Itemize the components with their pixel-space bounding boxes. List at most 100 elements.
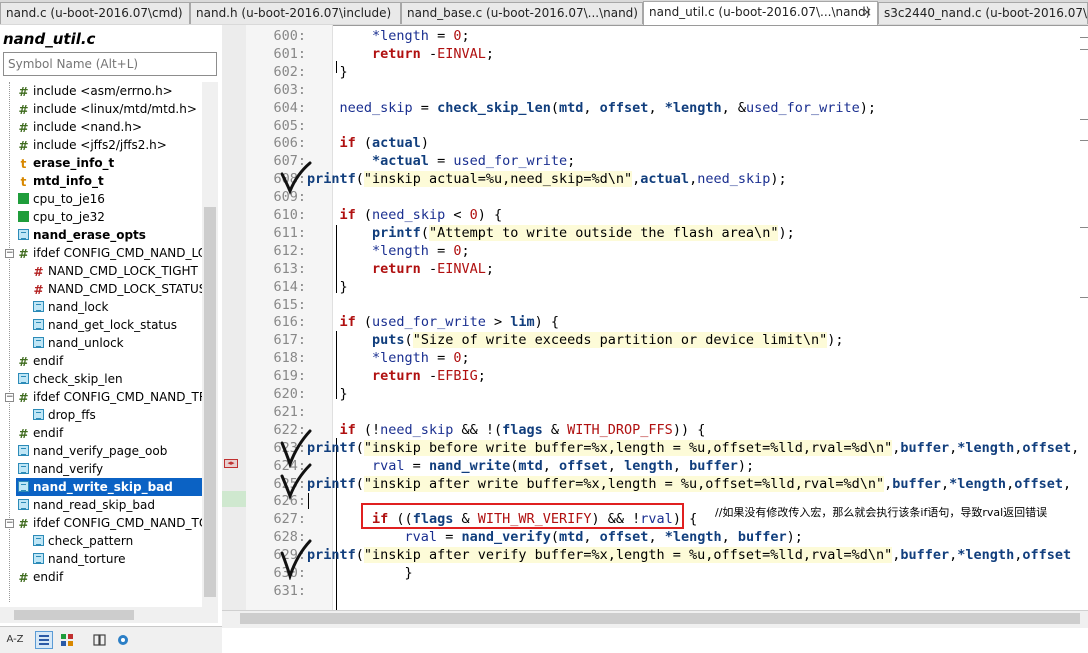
code-token: ) { — [534, 314, 560, 331]
tab-1[interactable]: nand.c (u-boot-2016.07\cmd) — [0, 2, 190, 24]
collapse-toggle-icon[interactable]: − — [5, 249, 14, 258]
symbol-list-item[interactable]: # include <linux/mtd/mtd.h> — [18, 100, 201, 118]
symbol-list-item[interactable]: # ifdef CONFIG_CMD_NAND_TORTURE — [18, 514, 202, 532]
settings-button[interactable] — [114, 631, 132, 649]
code-line[interactable]: need_skip = check_skip_len(mtd, offset , … — [307, 99, 877, 117]
symbol-list-item[interactable]: t erase_info_t — [18, 154, 118, 172]
symbol-label: cpu_to_je16 — [33, 192, 105, 206]
category-view-icon — [61, 634, 73, 646]
editor-splitter[interactable] — [222, 25, 247, 610]
split-marker[interactable]: ◂▸ — [224, 459, 238, 468]
code-token: - — [420, 260, 438, 277]
function-icon — [18, 481, 29, 492]
code-line[interactable]: } — [307, 385, 348, 403]
symbol-list-item[interactable]: nand_erase_opts — [18, 226, 150, 244]
code-line[interactable]: printf("inskip before write buffer=%x,le… — [307, 439, 1079, 457]
line-number: 621: — [273, 403, 306, 420]
tab-3[interactable]: nand_base.c (u-boot-2016.07\...\nand) — [401, 2, 643, 24]
symbol-list-item[interactable]: # ifdef CONFIG_CMD_NAND_LOCK_UNLOCK — [18, 244, 202, 262]
code-token: = — [404, 457, 429, 474]
code-token: , & — [721, 99, 746, 116]
symbol-list-item[interactable]: # include <nand.h> — [18, 118, 146, 136]
symbol-list: # include <asm/errno.h> # include <linux/mt… — [0, 82, 202, 607]
list-view-button[interactable] — [35, 631, 53, 649]
code-line[interactable]: *length = 0; — [307, 242, 470, 260]
sort-alpha-button[interactable]: A-Z — [6, 631, 24, 649]
code-token: = — [428, 28, 454, 44]
symbol-list-item[interactable]: # NAND_CMD_LOCK_STATUS — [33, 280, 202, 298]
symbol-list-item[interactable]: # include <asm/errno.h> — [18, 82, 177, 100]
code-line[interactable]: rval = nand_verify(mtd, offset, *length,… — [307, 528, 803, 546]
include-icon: # — [18, 85, 29, 99]
symbol-list-item[interactable]: nand_get_lock_status — [33, 316, 181, 334]
file-title: nand_util.c — [3, 30, 96, 48]
code-line[interactable]: *actual = used_for_write; — [307, 152, 575, 170]
symbol-list-item[interactable]: nand_verify_page_oob — [18, 442, 171, 460]
code-line[interactable]: return -EINVAL; — [307, 45, 494, 63]
code-line[interactable]: puts("Size of write exceeds partition or… — [307, 331, 843, 349]
collapse-toggle-icon[interactable]: − — [5, 519, 14, 528]
code-line[interactable]: rval = nand_write(mtd, offset, length, b… — [307, 457, 754, 475]
book-button[interactable] — [91, 631, 109, 649]
symbol-list-item[interactable]: # ifdef CONFIG_CMD_NAND_TRIMFFS — [18, 388, 202, 406]
code-token: , — [1062, 475, 1072, 492]
code-line[interactable]: } — [307, 564, 413, 582]
close-tab-icon[interactable]: × — [862, 2, 872, 23]
code-token: offset — [1022, 547, 1072, 564]
symbol-list-item[interactable]: drop_ffs — [33, 406, 100, 424]
collapse-toggle-icon[interactable]: − — [5, 393, 14, 402]
symbol-list-item[interactable]: nand_torture — [33, 550, 130, 568]
symbol-list-item[interactable]: check_pattern — [33, 532, 137, 550]
code-line[interactable]: printf("Attempt to write outside the fla… — [307, 224, 795, 242]
tab-4[interactable]: nand_util.c (u-boot-2016.07\...\nand) × — [643, 1, 878, 25]
symbol-list-item[interactable]: # endif — [18, 568, 67, 586]
symbol-list-item[interactable]: cpu_to_je32 — [18, 208, 109, 226]
code-token: , — [583, 529, 600, 546]
code-token: ; — [485, 45, 494, 62]
symbol-list-item[interactable]: check_skip_len — [18, 370, 127, 388]
symbol-label: erase_info_t — [33, 156, 115, 170]
code-token: offset — [1022, 439, 1072, 456]
symbol-list-item[interactable]: nand_lock — [33, 298, 112, 316]
code-token: ( — [355, 135, 373, 152]
code-line[interactable]: if (need_skip < 0) { — [307, 206, 503, 224]
code-line[interactable]: *length = 0; — [307, 27, 470, 45]
code-line[interactable]: } — [307, 63, 348, 81]
function-icon — [18, 463, 29, 474]
category-view-button[interactable] — [58, 631, 76, 649]
code-token: , — [583, 99, 600, 116]
code-line[interactable]: printf("inskip after write buffer=%x,len… — [307, 475, 1071, 493]
symbol-list-item[interactable]: nand_read_skip_bad — [18, 496, 159, 514]
editor-hscroll-thumb[interactable] — [240, 613, 1080, 624]
code-line[interactable]: printf("inskip after verify buffer=%x,le… — [307, 546, 1071, 564]
symbol-list-item[interactable]: cpu_to_je16 — [18, 190, 109, 208]
symbol-label: ifdef CONFIG_CMD_NAND_LOCK_UNLOCK — [33, 246, 202, 260]
code-line[interactable]: *length = 0; — [307, 349, 470, 367]
code-token: "inskip actual=%u,need_skip=%d\n" — [363, 171, 633, 188]
symbol-label: include <jffs2/jffs2.h> — [33, 138, 167, 152]
symbol-list-item[interactable]: # include <jffs2/jffs2.h> — [18, 136, 171, 154]
code-token: , — [542, 457, 560, 474]
code-line[interactable]: printf("inskip actual=%u,need_skip=%d\n"… — [307, 170, 787, 188]
symbol-list-item[interactable]: # endif — [18, 424, 67, 442]
code-line[interactable]: return -EINVAL; — [307, 260, 494, 278]
symbol-list-item[interactable]: nand_verify — [18, 460, 107, 478]
code-line[interactable]: if (actual) — [307, 134, 429, 152]
symbol-list-item[interactable]: nand_write_skip_bad — [16, 478, 202, 496]
symbol-list-item[interactable]: # endif — [18, 352, 67, 370]
symbol-list-item[interactable]: nand_unlock — [33, 334, 128, 352]
symbol-list-item[interactable]: # NAND_CMD_LOCK_TIGHT — [33, 262, 202, 280]
tab-5[interactable]: s3c2440_nand.c (u-boot-2016.07\...\ — [878, 2, 1088, 24]
symbol-list-item[interactable]: t mtd_info_t — [18, 172, 108, 190]
code-line[interactable]: if (used_for_write > lim) { — [307, 313, 560, 331]
code-line[interactable]: return -EFBIG; — [307, 367, 486, 385]
sort-alpha-icon: A-Z — [6, 634, 24, 645]
code-line[interactable]: if (!need_skip && !(flags & WITH_DROP_FF… — [307, 421, 706, 439]
code-line[interactable]: } — [307, 278, 348, 296]
symbol-search-input[interactable] — [3, 52, 217, 76]
symbol-list-scroll-thumb[interactable] — [204, 207, 216, 597]
symbol-list-hscroll-thumb[interactable] — [14, 610, 134, 620]
tab-2[interactable]: nand.h (u-boot-2016.07\include) — [190, 2, 401, 24]
